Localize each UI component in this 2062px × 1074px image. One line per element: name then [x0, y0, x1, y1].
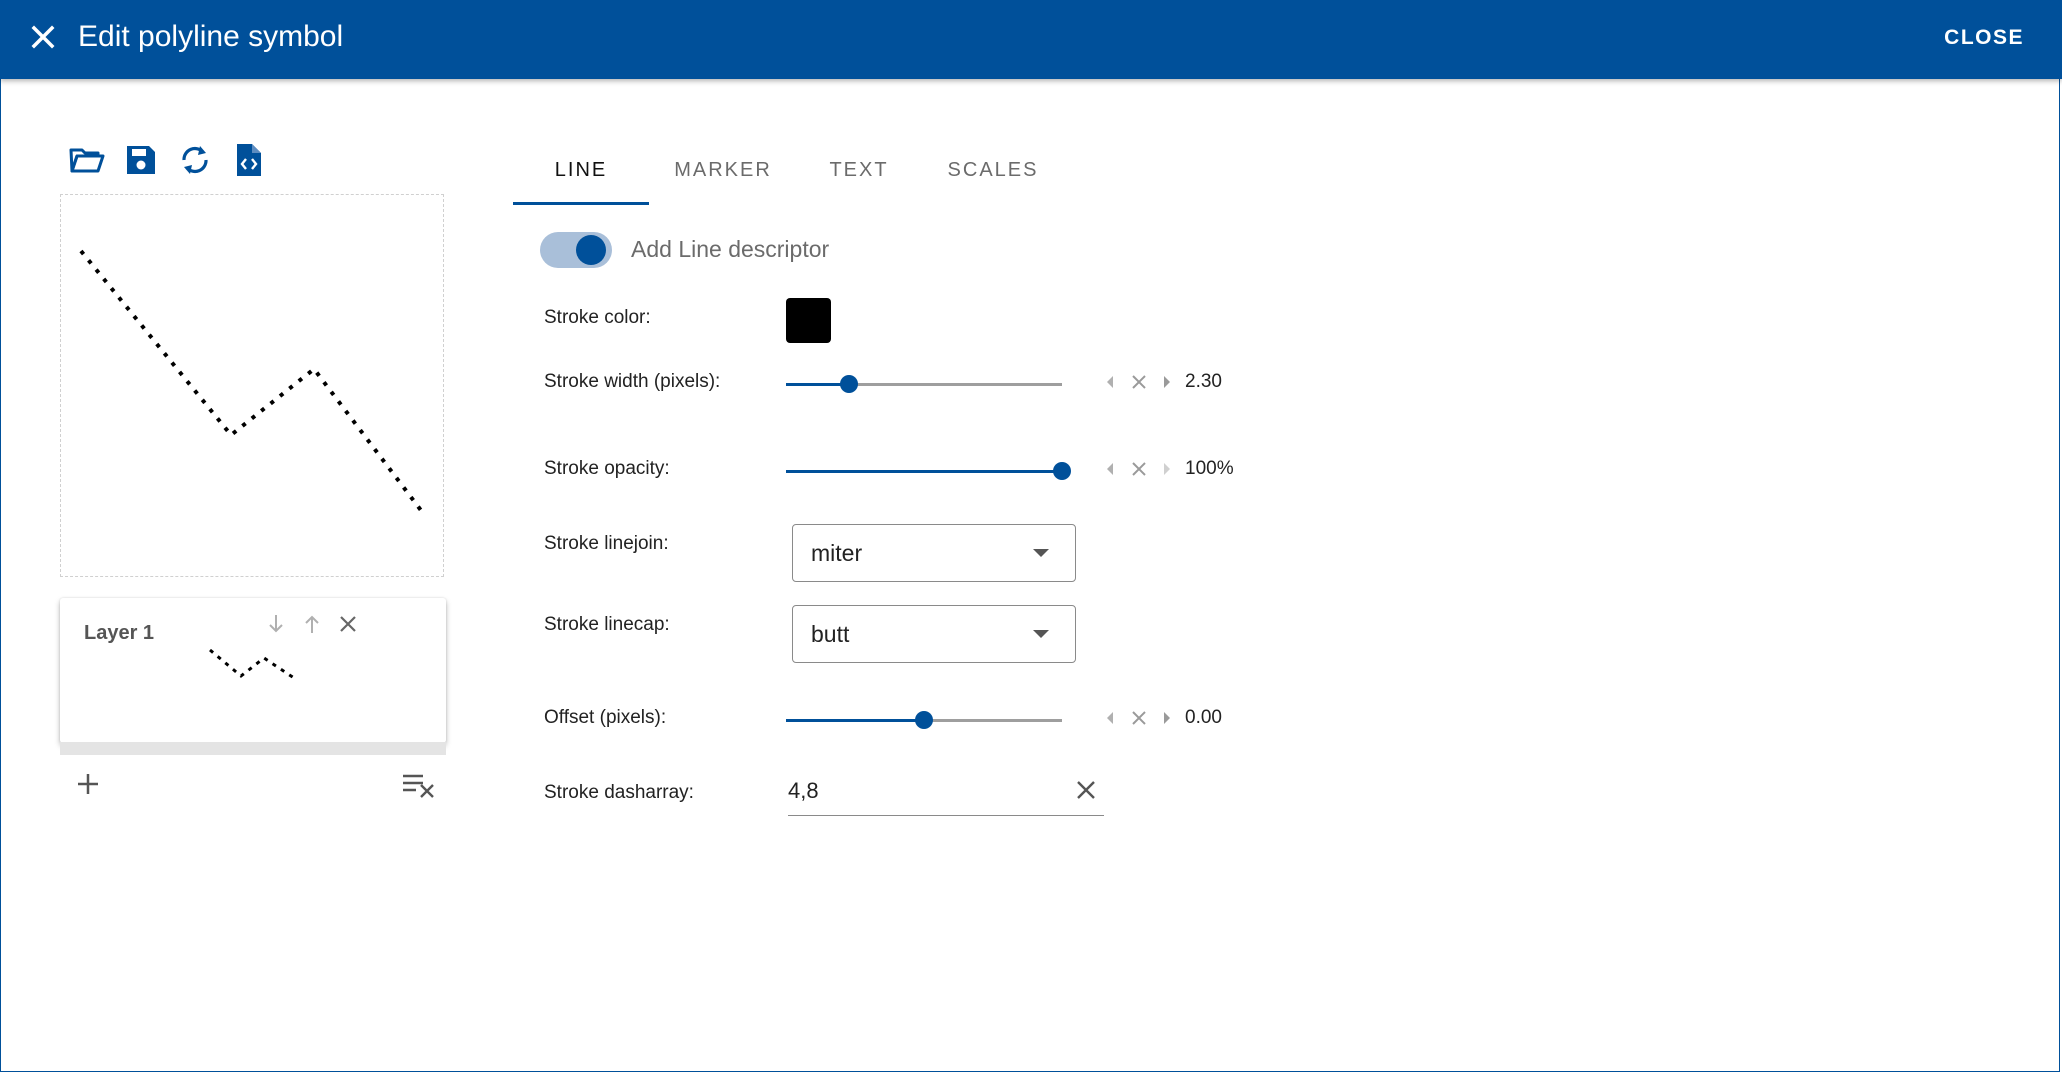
- sync-icon[interactable]: [176, 142, 214, 178]
- active-tab-indicator: [513, 202, 649, 205]
- reset-icon[interactable]: [1128, 371, 1150, 393]
- decrement-icon[interactable]: [1099, 371, 1121, 393]
- move-down-icon[interactable]: [262, 610, 290, 638]
- stroke-width-slider[interactable]: [786, 369, 1062, 399]
- slider-fill: [786, 470, 1062, 473]
- slider-thumb[interactable]: [1053, 462, 1071, 480]
- tab-line[interactable]: LINE: [513, 150, 649, 206]
- delete-layer-icon[interactable]: [334, 610, 362, 638]
- offset-label: Offset (pixels):: [544, 707, 667, 728]
- stroke-linejoin-label: Stroke linejoin:: [544, 533, 669, 554]
- stroke-dasharray-input[interactable]: [788, 774, 1048, 808]
- offset-value: 0.00: [1185, 707, 1222, 728]
- close-icon[interactable]: [24, 18, 62, 56]
- save-icon[interactable]: [122, 142, 160, 178]
- chevron-down-icon: [1033, 630, 1049, 638]
- select-value: miter: [811, 540, 863, 566]
- tab-marker[interactable]: MARKER: [649, 150, 797, 206]
- chevron-down-icon: [1033, 549, 1049, 557]
- slider-thumb[interactable]: [915, 711, 933, 729]
- stroke-color-swatch[interactable]: [786, 298, 831, 343]
- stroke-color-label: Stroke color:: [544, 307, 651, 328]
- reset-icon[interactable]: [1128, 458, 1150, 480]
- layer-name: Layer 1: [84, 622, 155, 644]
- layer-thumbnail: [209, 648, 295, 680]
- toggle-knob: [576, 235, 606, 265]
- stroke-width-value: 2.30: [1185, 371, 1222, 392]
- move-up-icon[interactable]: [298, 610, 326, 638]
- stroke-linecap-label: Stroke linecap:: [544, 614, 670, 635]
- add-line-descriptor-toggle[interactable]: [540, 228, 612, 272]
- layer-list-footer: [60, 742, 446, 755]
- add-layer-icon[interactable]: [72, 768, 104, 800]
- increment-icon[interactable]: [1156, 371, 1178, 393]
- stroke-dasharray-field: [788, 770, 1104, 816]
- stroke-linecap-select[interactable]: butt: [792, 605, 1076, 663]
- dialog-header: Edit polyline symbol CLOSE: [0, 0, 2062, 79]
- stroke-opacity-label: Stroke opacity:: [544, 458, 670, 479]
- slider-thumb[interactable]: [840, 375, 859, 393]
- offset-slider[interactable]: [786, 705, 1062, 735]
- select-value: butt: [811, 621, 850, 647]
- increment-icon[interactable]: [1156, 707, 1178, 729]
- stroke-opacity-value: 100%: [1185, 458, 1234, 479]
- folder-open-icon[interactable]: [68, 142, 106, 178]
- code-file-icon[interactable]: [230, 142, 268, 178]
- polyline-preview: [79, 249, 425, 515]
- stroke-dasharray-label: Stroke dasharray:: [544, 782, 694, 803]
- tab-text[interactable]: TEXT: [797, 150, 921, 206]
- decrement-icon[interactable]: [1099, 707, 1121, 729]
- dialog-title: Edit polyline symbol: [78, 20, 344, 53]
- increment-icon[interactable]: [1156, 458, 1178, 480]
- toggle-label: Add Line descriptor: [631, 236, 830, 262]
- clear-icon[interactable]: [1072, 776, 1100, 804]
- layer-card[interactable]: Layer 1: [60, 598, 446, 743]
- stroke-linejoin-select[interactable]: miter: [792, 524, 1076, 582]
- symbol-preview: [60, 194, 444, 577]
- reset-icon[interactable]: [1128, 707, 1150, 729]
- slider-fill: [786, 719, 924, 722]
- stroke-opacity-slider[interactable]: [786, 456, 1071, 486]
- decrement-icon[interactable]: [1099, 458, 1121, 480]
- close-button[interactable]: CLOSE: [1944, 24, 2024, 52]
- tab-scales[interactable]: SCALES: [921, 150, 1065, 206]
- clear-all-icon[interactable]: [400, 768, 438, 800]
- stroke-width-label: Stroke width (pixels):: [544, 371, 721, 392]
